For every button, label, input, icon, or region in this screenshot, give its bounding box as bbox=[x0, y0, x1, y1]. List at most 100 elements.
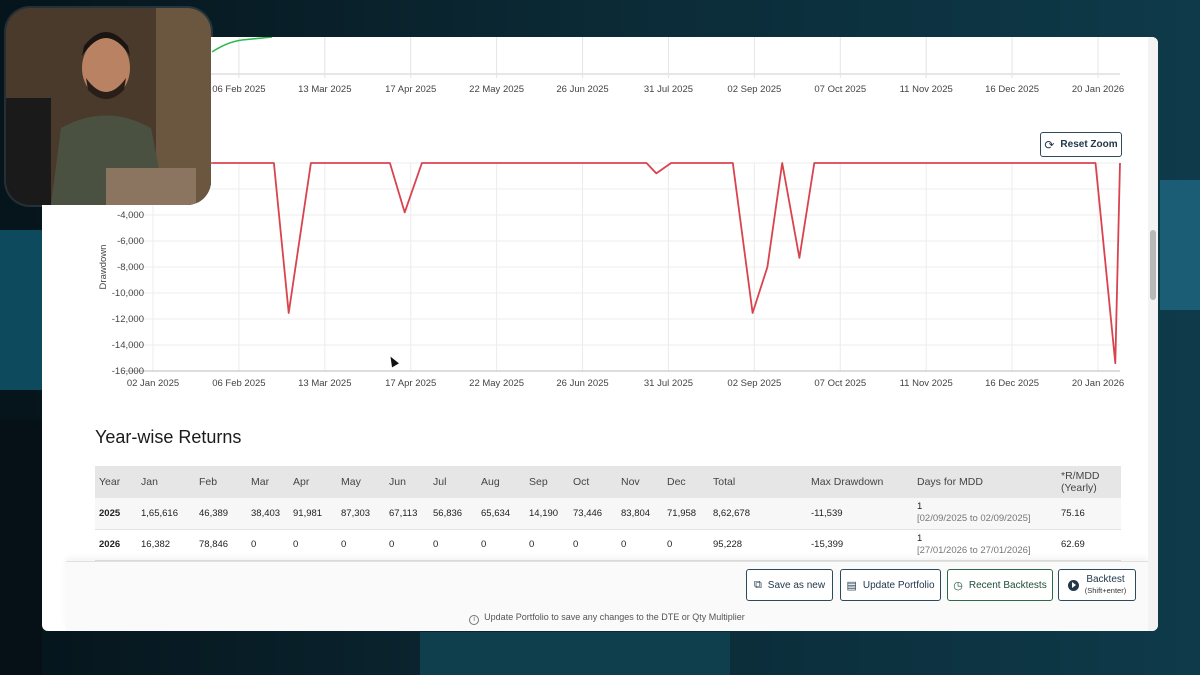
column-header: Total bbox=[713, 476, 736, 488]
top-chart-x-tick-label: 11 Nov 2025 bbox=[900, 84, 953, 95]
top-chart-x-tick-label: 07 Oct 2025 bbox=[814, 84, 866, 95]
backtest-button[interactable]: Backtest (Shift+enter) bbox=[1058, 569, 1136, 601]
drawdown-x-tick-label: 07 Oct 2025 bbox=[814, 378, 866, 389]
top-chart-x-tick-label: 16 Dec 2025 bbox=[985, 84, 1039, 95]
column-header: Feb bbox=[199, 476, 218, 488]
top-chart-x-tick-label: 17 Apr 2025 bbox=[385, 84, 436, 95]
year-wise-returns-title: Year-wise Returns bbox=[95, 427, 242, 447]
max-drawdown-cell: -15,399 bbox=[811, 539, 844, 550]
month-return-cell: 0 bbox=[573, 539, 579, 550]
drawdown-x-tick-label: 20 Jan 2026 bbox=[1072, 378, 1124, 389]
column-header: Dec bbox=[667, 476, 686, 488]
top-chart-x-tick-label: 02 Sep 2025 bbox=[727, 84, 781, 95]
top-chart-x-tick-label: 22 May 2025 bbox=[469, 84, 524, 95]
drawdown-x-tick-label: 22 May 2025 bbox=[469, 378, 524, 389]
drawdown-x-tick-label: 13 Mar 2025 bbox=[298, 378, 351, 389]
table-row: 2025 1,65,616 46,389 38,403 91,981 87,303 67,1… bbox=[95, 498, 1121, 529]
month-return-cell: 38,403 bbox=[251, 507, 281, 519]
scrollbar-thumb[interactable] bbox=[1150, 230, 1156, 300]
footer-note-text: Update Portfolio to save any changes to … bbox=[484, 612, 745, 622]
copy-icon: ⧉ bbox=[753, 578, 762, 591]
month-return-cell: 65,634 bbox=[481, 507, 511, 519]
column-header: May bbox=[341, 476, 361, 488]
top-chart-x-tick-label: 31 Jul 2025 bbox=[644, 84, 693, 95]
month-return-cell: 46,389 bbox=[199, 507, 229, 519]
column-header: Days for MDD bbox=[917, 476, 983, 488]
top-chart-x-tick-label: 13 Mar 2025 bbox=[298, 84, 351, 95]
recent-backtests-label: Recent Backtests bbox=[968, 579, 1047, 591]
column-header: *R/MDD (Yearly) bbox=[1061, 470, 1100, 494]
column-header: Jun bbox=[389, 476, 406, 488]
info-icon: i bbox=[469, 615, 480, 625]
days-for-mdd-cell: 1 [27/01/2026 to 27/01/2026] bbox=[913, 529, 1057, 560]
column-header: Jan bbox=[141, 476, 158, 488]
webcam-overlay bbox=[6, 8, 211, 205]
column-header: Jul bbox=[433, 476, 447, 488]
drawdown-x-tick-label: 31 Jul 2025 bbox=[644, 378, 693, 389]
drawdown-y-tick-label: -10,000 bbox=[112, 288, 144, 299]
drawdown-x-tick-label: 11 Nov 2025 bbox=[900, 378, 953, 389]
total-cell: 95,228 bbox=[713, 539, 743, 550]
mdd-date-range: [02/09/2025 to 02/09/2025] bbox=[917, 513, 1031, 525]
drawdown-x-tick-label: 02 Sep 2025 bbox=[727, 378, 781, 389]
month-return-cell: 78,846 bbox=[199, 539, 229, 550]
background-panel bbox=[420, 632, 730, 675]
column-header: Max Drawdown bbox=[811, 476, 884, 488]
document-icon: ▤ bbox=[846, 579, 857, 592]
year-cell: 2026 bbox=[99, 539, 121, 550]
reset-zoom-button[interactable]: ⟳ Reset Zoom bbox=[1040, 132, 1122, 157]
drawdown-y-tick-label: -16,000 bbox=[112, 366, 144, 377]
backtest-shortcut: (Shift+enter) bbox=[1084, 586, 1127, 595]
column-header: Mar bbox=[251, 476, 270, 488]
drawdown-x-tick-label: 02 Jan 2025 bbox=[127, 378, 179, 389]
month-return-cell: 71,958 bbox=[667, 507, 697, 519]
table-body: 2025 1,65,616 46,389 38,403 91,981 87,303 67,1… bbox=[95, 498, 1121, 560]
top-chart-x-tick-label: 20 Jan 2026 bbox=[1072, 84, 1124, 95]
drawdown-x-tick-label: 16 Dec 2025 bbox=[985, 378, 1039, 389]
month-return-cell: 56,836 bbox=[433, 507, 463, 519]
refresh-icon: ⟳ bbox=[1044, 137, 1055, 152]
drawdown-x-tick-label: 26 Jun 2025 bbox=[556, 378, 608, 389]
play-icon bbox=[1067, 579, 1079, 591]
drawdown-y-tick-label: -6,000 bbox=[117, 236, 144, 247]
recent-backtests-button[interactable]: ◷ Recent Backtests bbox=[947, 569, 1053, 601]
month-return-cell: 0 bbox=[341, 539, 347, 550]
month-return-cell: 67,113 bbox=[389, 507, 418, 519]
vertical-scrollbar[interactable] bbox=[1148, 37, 1158, 631]
max-drawdown-cell: -11,539 bbox=[811, 507, 843, 519]
save-as-new-label: Save as new bbox=[767, 579, 826, 591]
month-return-cell: 0 bbox=[293, 539, 299, 550]
reset-zoom-label: Reset Zoom bbox=[1060, 139, 1118, 150]
column-header: Oct bbox=[573, 476, 590, 488]
drawdown-y-tick-label: -12,000 bbox=[112, 314, 144, 325]
r-mdd-cell: 62.69 bbox=[1061, 539, 1085, 550]
month-return-cell: 73,446 bbox=[573, 507, 603, 519]
clock-icon: ◷ bbox=[953, 579, 963, 592]
days-count: 1 bbox=[917, 532, 923, 544]
drawdown-y-tick-label: -14,000 bbox=[112, 340, 144, 351]
column-header: Nov bbox=[621, 476, 640, 488]
save-as-new-button[interactable]: ⧉ Save as new bbox=[746, 569, 833, 601]
year-cell: 2025 bbox=[99, 507, 121, 519]
background-panel bbox=[1160, 180, 1200, 310]
month-return-cell: 0 bbox=[481, 539, 487, 550]
drawdown-y-axis-title: Drawdown bbox=[98, 245, 109, 290]
webcam-person-image bbox=[6, 8, 211, 205]
column-header: Aug bbox=[481, 476, 500, 488]
background-panel bbox=[0, 420, 42, 675]
month-return-cell: 83,804 bbox=[621, 507, 651, 519]
month-return-cell: 0 bbox=[621, 539, 627, 550]
drawdown-line bbox=[153, 162, 1121, 365]
top-chart-line bbox=[211, 37, 273, 53]
month-return-cell: 0 bbox=[667, 539, 673, 550]
column-header: Apr bbox=[293, 476, 310, 488]
month-return-cell: 0 bbox=[433, 539, 439, 550]
r-mdd-cell: 75.16 bbox=[1061, 507, 1085, 519]
month-return-cell: 0 bbox=[251, 539, 257, 550]
drawdown-y-tick-label: -4,000 bbox=[117, 210, 144, 221]
month-return-cell: 1,65,616 bbox=[141, 507, 178, 519]
days-for-mdd-cell: 1 [02/09/2025 to 02/09/2025] bbox=[913, 498, 1057, 529]
update-portfolio-label: Update Portfolio bbox=[862, 579, 935, 591]
update-portfolio-button[interactable]: ▤ Update Portfolio bbox=[840, 569, 941, 601]
backtest-label: Backtest bbox=[1086, 574, 1125, 585]
